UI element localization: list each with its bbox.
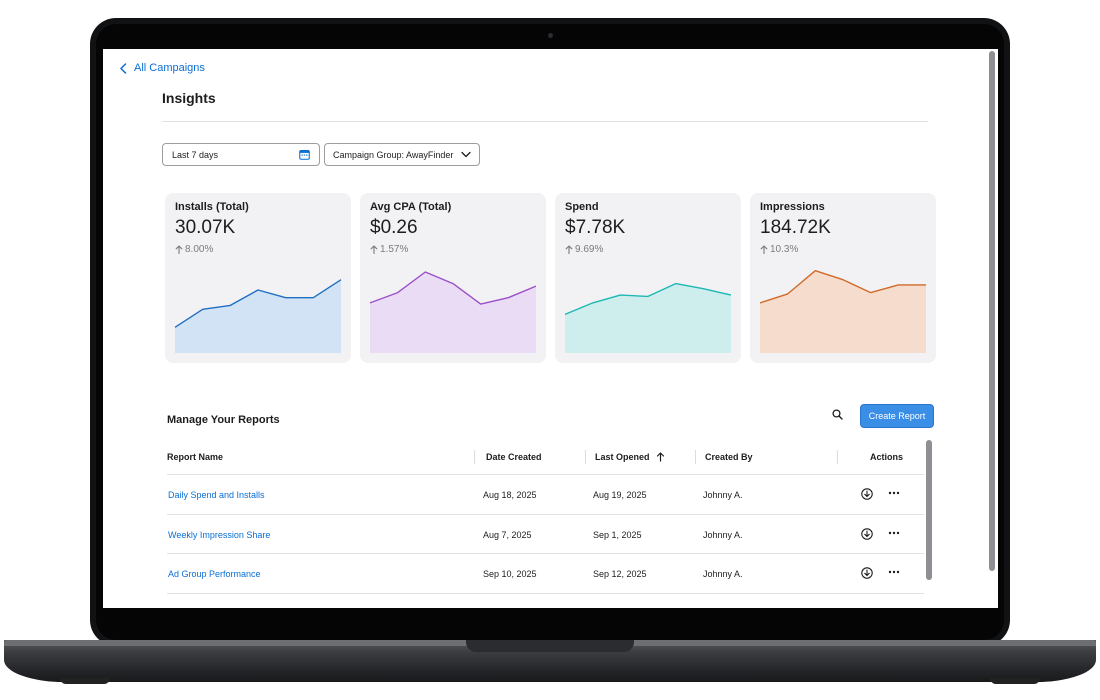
- created-by-cell: Johnny A.: [703, 569, 743, 579]
- table-scrollbar[interactable]: [926, 440, 932, 580]
- back-link-label: All Campaigns: [134, 62, 205, 74]
- created-by-cell: Johnny A.: [703, 529, 743, 540]
- trend-area: [760, 270, 926, 353]
- metric-card[interactable]: Avg CPA (Total) $0.26 1.57%: [360, 193, 546, 363]
- calendar-icon: [299, 149, 310, 160]
- column-header-actions: Actions: [870, 452, 904, 462]
- report-name-link[interactable]: Weekly Impression Share: [168, 530, 270, 540]
- campaign-group-select[interactable]: Campaign Group: AwayFinder: [324, 143, 480, 166]
- laptop-notch: [466, 640, 634, 652]
- title-divider: [162, 121, 928, 122]
- window-scrollbar[interactable]: [989, 51, 995, 571]
- metric-value: 184.72K: [760, 217, 831, 238]
- search-icon: [832, 409, 843, 420]
- metric-change-value: 9.69%: [575, 244, 604, 255]
- chevron-down-icon: [461, 151, 471, 158]
- table-row[interactable]: Ad Group Performance Sep 10, 2025 Sep 12, …: [167, 554, 924, 594]
- date-created-cell: Sep 10, 2025: [483, 569, 537, 579]
- date-created-cell: Aug 18, 2025: [483, 490, 537, 500]
- metric-label: Spend: [565, 201, 599, 213]
- table-row[interactable]: Weekly Impression Share Aug 7, 2025 Sep 1,…: [167, 515, 924, 554]
- app-screen: All Campaigns Insights Last 7 days Campa…: [103, 49, 998, 608]
- camera: [548, 33, 553, 38]
- metric-change: 8.00%: [175, 244, 213, 255]
- reports-title: Manage Your Reports: [167, 414, 280, 426]
- last-opened-cell: Sep 12, 2025: [593, 569, 647, 579]
- sort-ascending-icon: [656, 452, 664, 462]
- column-separator: [585, 450, 586, 464]
- metric-label: Installs (Total): [175, 201, 249, 213]
- back-link[interactable]: All Campaigns: [119, 62, 205, 74]
- date-range-picker[interactable]: Last 7 days: [162, 143, 320, 166]
- metric-trend-chart: [759, 269, 926, 353]
- download-icon[interactable]: [861, 488, 873, 500]
- search-button[interactable]: [832, 407, 848, 423]
- laptop-foot-left: [60, 678, 110, 684]
- column-separator: [837, 450, 838, 464]
- column-header-report-name[interactable]: Report Name: [167, 452, 223, 462]
- report-name-link[interactable]: Ad Group Performance: [168, 569, 261, 579]
- date-created-cell: Aug 7, 2025: [483, 529, 532, 540]
- table-body: Daily Spend and Installs Aug 18, 2025 Aug …: [167, 475, 924, 594]
- metric-trend-chart: [174, 279, 342, 353]
- date-range-value: Last 7 days: [172, 149, 219, 160]
- metric-change-value: 8.00%: [185, 244, 214, 255]
- metric-change: 10.3%: [760, 244, 798, 255]
- chevron-left-icon: [120, 62, 127, 74]
- column-header-date-created[interactable]: Date Created: [486, 452, 542, 462]
- arrow-up-icon: [175, 245, 183, 254]
- table-header: Report Name Date Created Last Opened Cre…: [167, 440, 924, 475]
- trend-area: [565, 283, 731, 353]
- last-opened-cell: Aug 19, 2025: [593, 490, 647, 500]
- arrow-up-icon: [565, 245, 573, 254]
- metric-label: Avg CPA (Total): [370, 201, 452, 213]
- table-row[interactable]: Daily Spend and Installs Aug 18, 2025 Aug …: [167, 475, 924, 515]
- last-opened-cell: Sep 1, 2025: [593, 529, 642, 540]
- more-options-icon[interactable]: [887, 527, 901, 539]
- more-options-icon[interactable]: [887, 487, 901, 499]
- column-separator: [474, 450, 475, 464]
- column-header-last-opened[interactable]: Last Opened: [595, 452, 665, 462]
- metric-trend-chart: [369, 271, 537, 353]
- download-icon[interactable]: [861, 527, 873, 540]
- column-header-created-by[interactable]: Created By: [705, 452, 753, 462]
- more-options-icon[interactable]: [887, 566, 901, 578]
- report-name-link[interactable]: Daily Spend and Installs: [168, 490, 265, 500]
- metric-label: Impressions: [760, 201, 825, 213]
- metric-value: $7.78K: [565, 217, 626, 238]
- metric-change-value: 10.3%: [770, 244, 799, 255]
- arrow-up-icon: [760, 245, 768, 254]
- metric-card[interactable]: Impressions 184.72K 10.3%: [750, 193, 936, 363]
- reports-table: Report Name Date Created Last Opened Cre…: [167, 440, 924, 594]
- laptop-foot-right: [990, 678, 1040, 684]
- page-title: Insights: [162, 90, 216, 106]
- create-report-button[interactable]: Create Report: [860, 404, 934, 428]
- created-by-cell: Johnny A.: [703, 490, 743, 500]
- metric-card[interactable]: Spend $7.78K 9.69%: [555, 193, 741, 363]
- arrow-up-icon: [370, 245, 378, 254]
- column-separator: [695, 450, 696, 464]
- metric-trend-chart: [564, 282, 732, 353]
- metric-value: $0.26: [370, 217, 418, 238]
- metric-change-value: 1.57%: [380, 244, 409, 255]
- download-icon[interactable]: [861, 567, 873, 579]
- metric-change: 1.57%: [370, 244, 408, 255]
- metric-card[interactable]: Installs (Total) 30.07K 8.00%: [165, 193, 351, 363]
- metric-change: 9.69%: [565, 244, 603, 255]
- campaign-group-value: Campaign Group: AwayFinder: [333, 149, 454, 160]
- metric-value: 30.07K: [175, 217, 236, 238]
